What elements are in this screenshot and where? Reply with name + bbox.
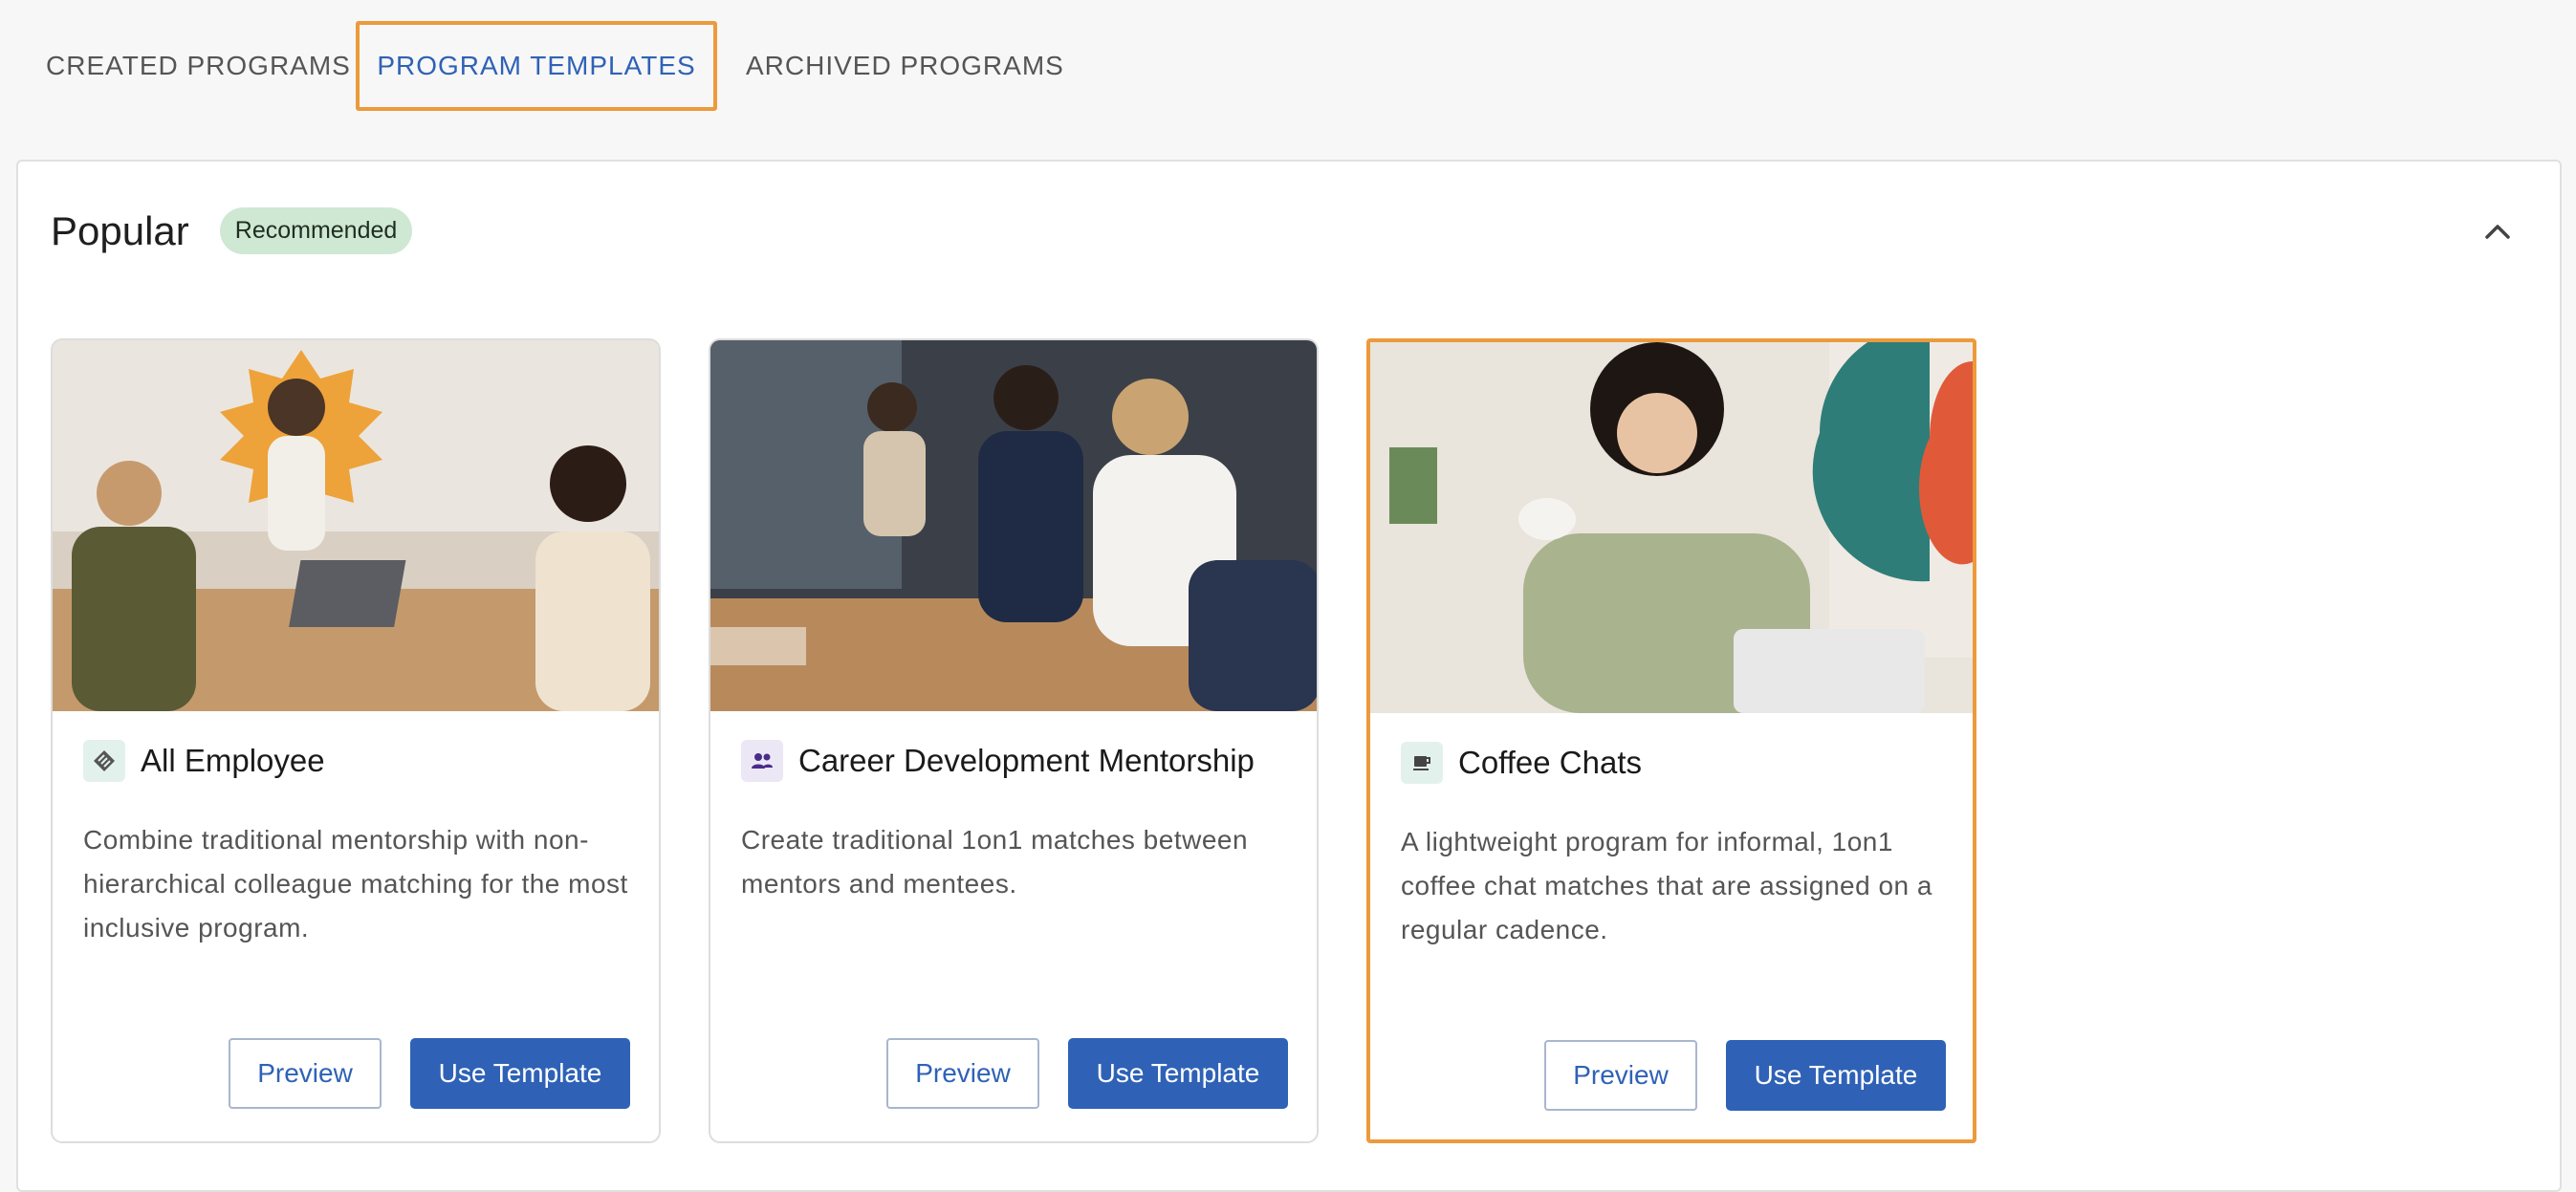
use-template-button[interactable]: Use Template	[1068, 1038, 1288, 1109]
card-description: Create traditional 1on1 matches between …	[741, 825, 1249, 899]
tab-archived-programs[interactable]: ARCHIVED PROGRAMS	[746, 21, 1064, 111]
card-image	[53, 340, 659, 711]
card-image	[1370, 342, 1973, 713]
recommended-badge: Recommended	[219, 207, 413, 254]
card-description: Combine traditional mentorship with non-…	[83, 825, 628, 943]
people-icon	[741, 740, 783, 782]
chevron-up-icon[interactable]	[2474, 207, 2521, 255]
tab-bar: CREATED PROGRAMS PROGRAM TEMPLATES ARCHI…	[0, 0, 2576, 134]
section-header: Popular Recommended	[51, 207, 413, 254]
tab-created-programs[interactable]: CREATED PROGRAMS	[46, 21, 351, 111]
card-title: Coffee Chats	[1458, 745, 1643, 780]
template-card-coffee-chats[interactable]: Coffee Chats A lightweight program for i…	[1366, 338, 1976, 1143]
coffee-cup-icon	[1401, 742, 1443, 784]
card-title: All Employee	[141, 743, 325, 778]
card-title: Career Development Mentorship	[798, 743, 1255, 778]
preview-button[interactable]: Preview	[229, 1038, 382, 1109]
use-template-button[interactable]: Use Template	[1726, 1040, 1946, 1111]
template-card-all-employee[interactable]: All Employee Combine traditional mentors…	[51, 338, 661, 1143]
popular-section: Popular Recommended All Employee Combine…	[16, 160, 2562, 1192]
card-image	[710, 340, 1317, 711]
card-description: A lightweight program for informal, 1on1…	[1401, 827, 1932, 944]
preview-button[interactable]: Preview	[1544, 1040, 1697, 1111]
section-title: Popular	[51, 207, 189, 253]
use-template-button[interactable]: Use Template	[410, 1038, 630, 1109]
tab-program-templates[interactable]: PROGRAM TEMPLATES	[356, 21, 717, 111]
preview-button[interactable]: Preview	[886, 1038, 1039, 1109]
all-employee-icon	[83, 740, 125, 782]
template-card-career-development[interactable]: Career Development Mentorship Create tra…	[709, 338, 1319, 1143]
